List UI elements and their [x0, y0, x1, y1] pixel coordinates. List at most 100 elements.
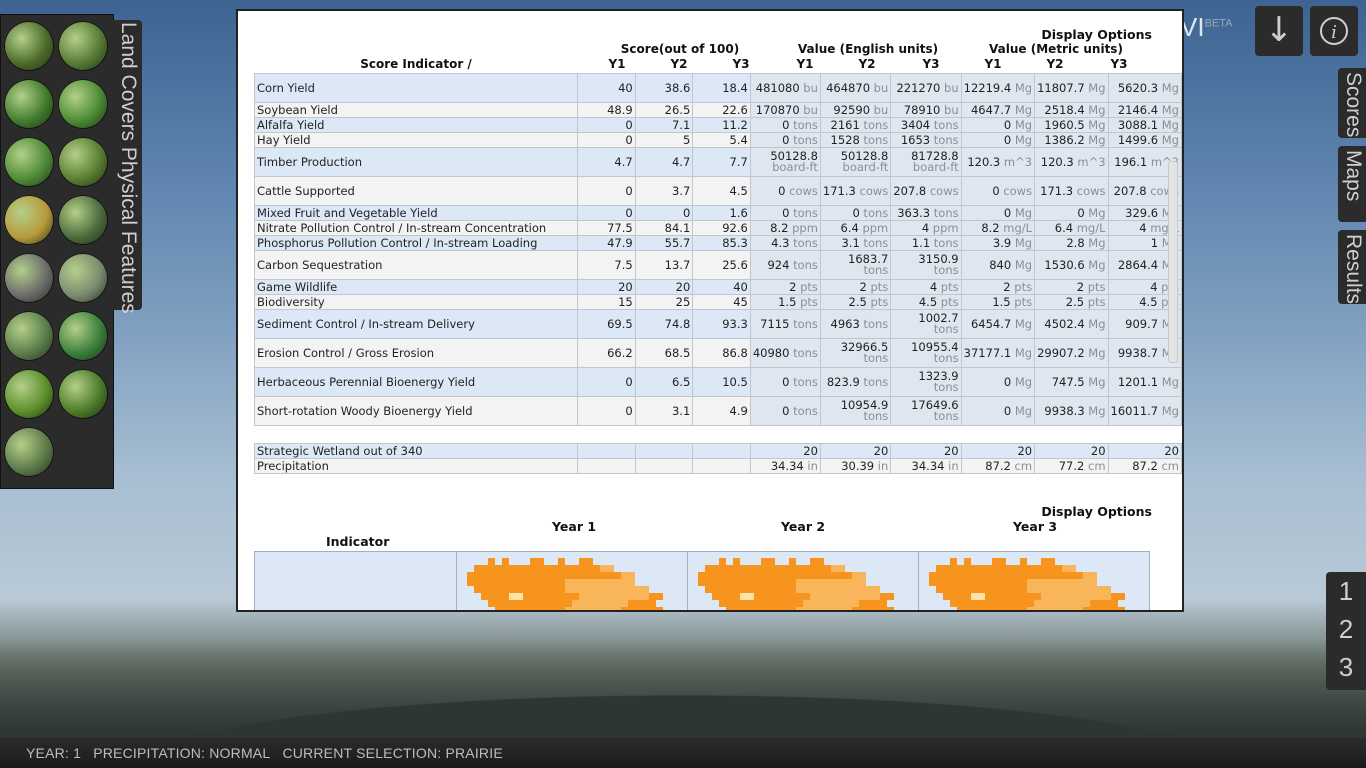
english-y3: 1002.7 tons — [890, 309, 962, 339]
cattle-2-icon[interactable] — [58, 253, 108, 303]
row-label-value: Sediment Control / In-stream Delivery — [257, 317, 475, 331]
year-button-1[interactable]: 1 — [1326, 572, 1366, 610]
english-y1-unit: tons — [789, 236, 818, 250]
alfalfa-icon[interactable] — [4, 137, 54, 187]
english-y3-value: 207.8 — [893, 184, 927, 198]
cattle-icon[interactable] — [4, 253, 54, 303]
tab-maps[interactable]: Maps — [1338, 146, 1366, 222]
score-y3-value: 5.4 — [729, 133, 748, 147]
score-y1: 0 — [577, 396, 636, 426]
hay-bale-icon[interactable] — [4, 195, 54, 245]
year1-header: Year 1 — [552, 519, 597, 534]
english-y1-value: 20 — [803, 444, 818, 458]
app-logo: VIBETA — [1180, 12, 1233, 43]
english-y1: 0 tons — [749, 367, 821, 397]
download-button[interactable]: ↓ — [1255, 6, 1303, 56]
score-y3-value: 85.3 — [722, 236, 748, 250]
metric-y2-unit: Mg — [1084, 375, 1106, 389]
english-y1-unit: cows — [785, 184, 818, 198]
tab-maps-label: Maps — [1342, 150, 1365, 202]
tree-icon[interactable] — [58, 369, 108, 419]
metric-y1: 1.5 pts — [960, 294, 1036, 310]
table-row: Biodiversity 15 25 45 1.5 pts 2.5 pts 4.5 pts 1… — [253, 294, 1182, 310]
score-empty — [634, 443, 694, 459]
english-y1-unit: tons — [789, 404, 818, 418]
gap-cell — [1108, 425, 1182, 444]
shrub-icon[interactable] — [4, 369, 54, 419]
map-cell — [810, 593, 880, 600]
score-y1: 69.5 — [577, 309, 636, 339]
wetland-icon[interactable] — [4, 311, 54, 361]
english-y1-unit: tons — [789, 375, 818, 389]
score-y2-value: 4.7 — [671, 155, 691, 169]
english-y1-value: 34.34 — [770, 459, 804, 473]
land-covers-tab[interactable]: Land Covers Physical Features — [112, 20, 142, 314]
soybean-rows-icon[interactable] — [58, 79, 108, 129]
english-y2-value: 0 — [852, 206, 860, 220]
display-options-link-2[interactable]: Display Options — [1041, 504, 1152, 519]
score-y2-header: Y2 — [670, 57, 688, 71]
score-y3-value: 4.9 — [729, 404, 748, 418]
english-y2-unit: tons — [859, 236, 889, 250]
metric-y1: 2 pts — [960, 279, 1036, 295]
year-button-3[interactable]: 3 — [1326, 648, 1366, 686]
map-cell — [1041, 593, 1111, 600]
status-precipitation: PRECIPITATION: NORMAL — [93, 745, 271, 761]
metric-y2-unit: Mg — [1084, 133, 1106, 147]
year-button-2[interactable]: 2 — [1326, 610, 1366, 648]
gap-cell — [890, 425, 962, 444]
gap-cell — [692, 425, 751, 444]
map-cell — [509, 593, 523, 600]
hay-icon[interactable] — [58, 137, 108, 187]
row-label-value: Strategic Wetland out of 340 — [257, 444, 423, 458]
corn-rows-icon[interactable] — [58, 21, 108, 71]
metric-y3-value: 207.8 — [1113, 184, 1147, 198]
score-y1-value: 4.7 — [614, 155, 633, 169]
year2-map[interactable] — [687, 551, 919, 610]
english-y3: 221270 bu — [890, 73, 962, 103]
score-y1-value: 0 — [625, 375, 633, 389]
map-cell — [719, 600, 803, 607]
info-button[interactable]: i — [1310, 6, 1358, 56]
english-y1-unit: bu — [799, 81, 818, 95]
english-y1: 0 tons — [749, 132, 821, 148]
row-label-value: Timber Production — [257, 155, 363, 169]
metric-y1: 0 Mg — [960, 132, 1036, 148]
row-label-value: Soybean Yield — [257, 103, 338, 117]
score-y3: 10.5 — [692, 367, 751, 397]
score-y2: 6.5 — [634, 367, 694, 397]
metric-y1-value: 120.3 — [967, 155, 1001, 169]
metric-y2: 77.2 cm — [1034, 458, 1109, 474]
english-y3-unit: ppm — [929, 221, 959, 235]
map-cell — [1027, 579, 1055, 586]
orchard-icon[interactable] — [4, 427, 54, 477]
score-y3-value: 92.6 — [722, 221, 748, 235]
year1-map[interactable] — [456, 551, 688, 610]
metric-y1-unit: pts — [1010, 280, 1033, 294]
metric-y1-value: 4647.7 — [970, 103, 1012, 117]
metric-y3-value: 3088.1 — [1117, 118, 1159, 132]
map-cell — [621, 607, 663, 610]
metric-y1-unit: Mg — [1011, 317, 1033, 331]
english-y2-unit: tons — [859, 375, 889, 389]
row-label-value: Alfalfa Yield — [257, 118, 325, 132]
metric-y3-value: 4.5 — [1139, 295, 1158, 309]
english-y3: 3150.9 tons — [890, 250, 962, 280]
english-y1: 34.34 in — [749, 458, 821, 474]
grass-icon[interactable] — [58, 311, 108, 361]
tab-scores[interactable]: Scores — [1338, 68, 1366, 138]
year3-map[interactable] — [918, 551, 1150, 610]
popup-scrollbar[interactable] — [1168, 161, 1178, 363]
map-cell — [481, 593, 509, 600]
english-y3: 1.1 tons — [890, 235, 962, 251]
display-options-link[interactable]: Display Options — [1041, 27, 1152, 42]
corn-icon[interactable] — [4, 21, 54, 71]
gap-cell — [750, 425, 821, 444]
score-y2: 0 — [634, 205, 694, 221]
map-cell — [971, 593, 985, 600]
tab-results[interactable]: Results — [1338, 230, 1366, 304]
score-y2: 7.1 — [634, 117, 694, 133]
soybean-icon[interactable] — [4, 79, 54, 129]
map-cell — [1111, 593, 1125, 600]
prairie-grass-icon[interactable] — [58, 195, 108, 245]
